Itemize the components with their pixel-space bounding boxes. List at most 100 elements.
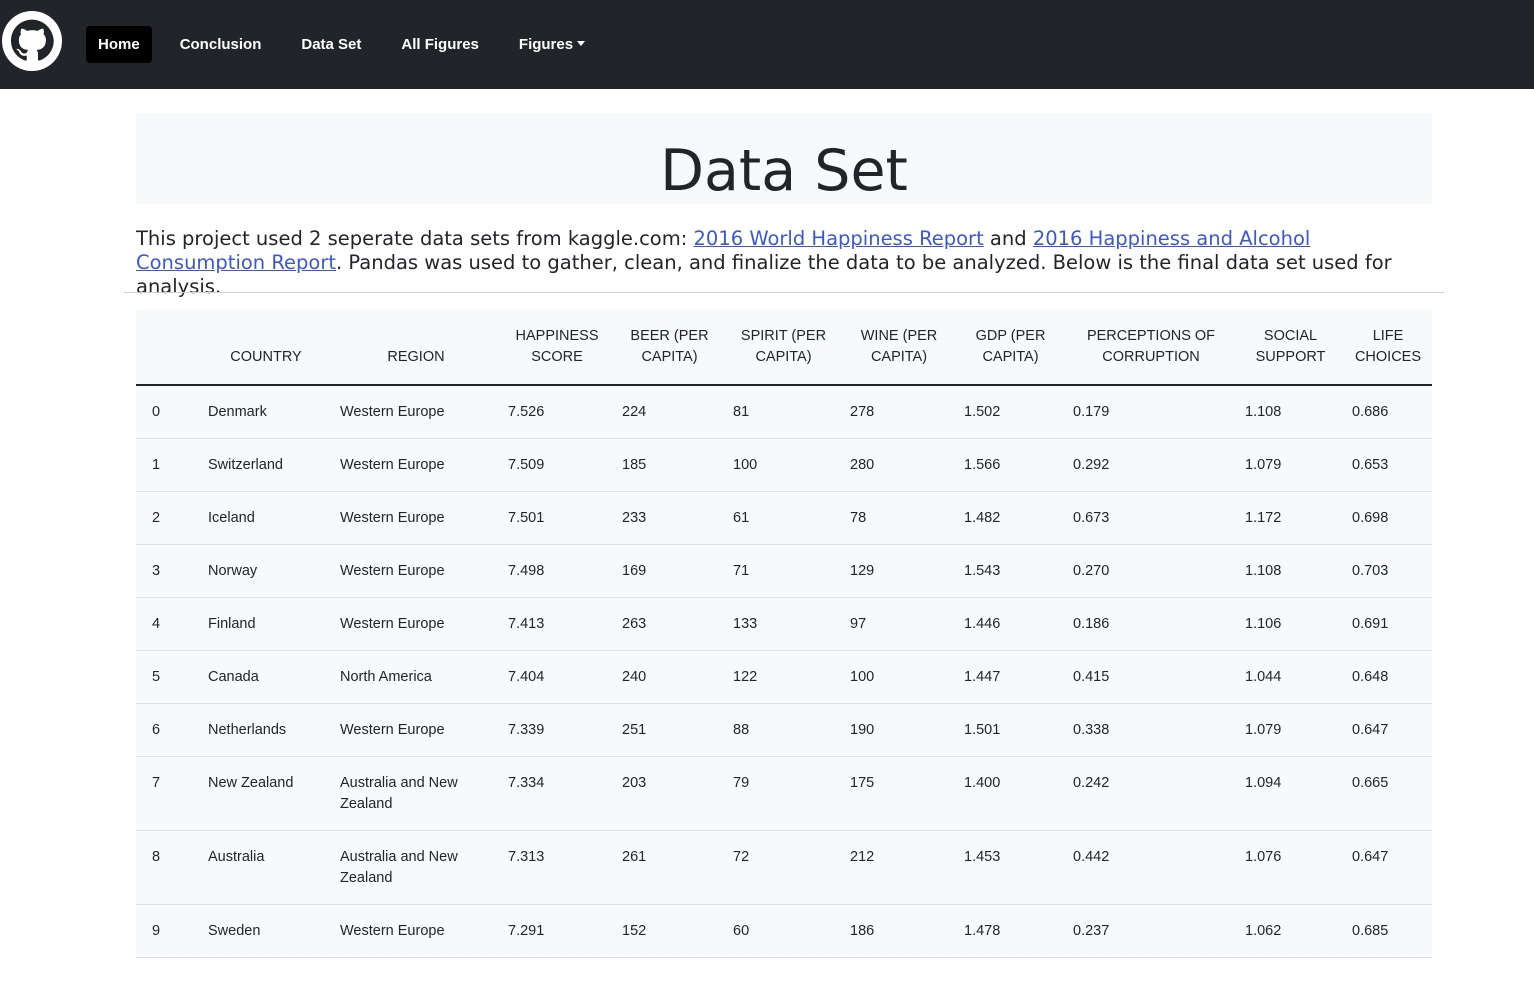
cell-corruption: 0.179: [1065, 385, 1237, 439]
cell-life-choices: 0.647: [1344, 703, 1432, 757]
cell-beer: 152: [614, 904, 725, 958]
cell-index: 7: [136, 756, 200, 831]
divider: [124, 292, 1444, 293]
cell-corruption: 0.242: [1065, 756, 1237, 831]
cell-beer: 169: [614, 544, 725, 598]
table-row: 0 Denmark Western Europe 7.526 224 81 278 1.502…: [136, 385, 1432, 439]
column-header-gdp: GDP (PER CAPITA): [956, 310, 1065, 386]
cell-social-support: 1.079: [1237, 703, 1344, 757]
cell-spirit: 61: [725, 491, 842, 545]
cell-country: New Zealand: [200, 756, 332, 831]
cell-life-choices: 0.653: [1344, 438, 1432, 492]
intro-text-mid: and: [983, 227, 1033, 250]
cell-gdp: 1.502: [956, 385, 1065, 439]
table-body: 0 Denmark Western Europe 7.526 224 81 278 1.502…: [136, 385, 1432, 958]
nav-all-figures-link[interactable]: All Figures: [389, 26, 491, 63]
cell-index: 0: [136, 385, 200, 439]
cell-social-support: 1.079: [1237, 438, 1344, 492]
cell-index: 9: [136, 904, 200, 958]
cell-spirit: 88: [725, 703, 842, 757]
column-header-life-choices: LIFE CHOICES: [1344, 310, 1432, 386]
figures-dropdown-label: Figures: [518, 36, 574, 53]
cell-social-support: 1.094: [1237, 756, 1344, 831]
cell-gdp: 1.447: [956, 650, 1065, 704]
cell-spirit: 133: [725, 597, 842, 651]
cell-spirit: 79: [725, 756, 842, 831]
table-header-row: COUNTRY REGION HAPPINESS SCORE BEER (PER CA…: [136, 310, 1432, 386]
cell-wine: 280: [842, 438, 956, 492]
cell-life-choices: 0.691: [1344, 597, 1432, 651]
page-header: Data Set: [136, 113, 1432, 204]
cell-social-support: 1.106: [1237, 597, 1344, 651]
cell-index: 6: [136, 703, 200, 757]
cell-social-support: 1.108: [1237, 544, 1344, 598]
cell-region: Western Europe: [332, 597, 500, 651]
table-row: 3 Norway Western Europe 7.498 169 71 129 1.543 0…: [136, 544, 1432, 598]
cell-corruption: 0.673: [1065, 491, 1237, 545]
cell-gdp: 1.482: [956, 491, 1065, 545]
cell-life-choices: 0.665: [1344, 756, 1432, 831]
github-icon[interactable]: [2, 11, 62, 71]
cell-beer: 240: [614, 650, 725, 704]
cell-spirit: 122: [725, 650, 842, 704]
intro-text-before: This project used 2 seperate data sets f…: [136, 227, 694, 250]
intro-paragraph: This project used 2 seperate data sets f…: [136, 227, 1432, 299]
cell-social-support: 1.062: [1237, 904, 1344, 958]
nav-data-set-link[interactable]: Data Set: [289, 26, 373, 63]
nav-home-link[interactable]: Home: [86, 26, 152, 63]
table-row: 1 Switzerland Western Europe 7.509 185 100 280…: [136, 438, 1432, 492]
cell-region: Western Europe: [332, 385, 500, 439]
cell-life-choices: 0.648: [1344, 650, 1432, 704]
cell-country: Denmark: [200, 385, 332, 439]
cell-social-support: 1.108: [1237, 385, 1344, 439]
cell-happiness-score: 7.291: [500, 904, 614, 958]
table-row: 7 New Zealand Australia and New Zealand 7.3…: [136, 756, 1432, 831]
cell-happiness-score: 7.498: [500, 544, 614, 598]
column-header-spirit: SPIRIT (PER CAPITA): [725, 310, 842, 386]
cell-region: Western Europe: [332, 544, 500, 598]
cell-social-support: 1.044: [1237, 650, 1344, 704]
cell-index: 5: [136, 650, 200, 704]
column-header-social-support: SOCIAL SUPPORT: [1237, 310, 1344, 386]
cell-life-choices: 0.685: [1344, 904, 1432, 958]
caret-down-icon: [577, 41, 586, 46]
cell-spirit: 72: [725, 830, 842, 905]
column-header-index: [136, 310, 200, 386]
cell-corruption: 0.270: [1065, 544, 1237, 598]
cell-gdp: 1.400: [956, 756, 1065, 831]
cell-country: Norway: [200, 544, 332, 598]
cell-wine: 190: [842, 703, 956, 757]
cell-wine: 175: [842, 756, 956, 831]
cell-happiness-score: 7.339: [500, 703, 614, 757]
cell-life-choices: 0.698: [1344, 491, 1432, 545]
cell-corruption: 0.237: [1065, 904, 1237, 958]
nav-conclusion-link[interactable]: Conclusion: [168, 26, 274, 63]
column-header-corruption: PERCEPTIONS OF CORRUPTION: [1065, 310, 1237, 386]
navbar: Home Conclusion Data Set All Figures Fig…: [0, 0, 1534, 89]
cell-wine: 129: [842, 544, 956, 598]
data-table: COUNTRY REGION HAPPINESS SCORE BEER (PER CA…: [136, 310, 1432, 958]
cell-wine: 186: [842, 904, 956, 958]
world-happiness-report-link[interactable]: 2016 World Happiness Report: [694, 227, 984, 250]
cell-wine: 212: [842, 830, 956, 905]
cell-country: Iceland: [200, 491, 332, 545]
cell-region: Western Europe: [332, 904, 500, 958]
cell-beer: 261: [614, 830, 725, 905]
cell-corruption: 0.292: [1065, 438, 1237, 492]
cell-index: 1: [136, 438, 200, 492]
cell-gdp: 1.543: [956, 544, 1065, 598]
cell-happiness-score: 7.509: [500, 438, 614, 492]
cell-country: Sweden: [200, 904, 332, 958]
cell-happiness-score: 7.404: [500, 650, 614, 704]
nav-figures-dropdown[interactable]: Figures: [507, 26, 597, 63]
cell-country: Switzerland: [200, 438, 332, 492]
cell-wine: 78: [842, 491, 956, 545]
cell-wine: 278: [842, 385, 956, 439]
cell-gdp: 1.478: [956, 904, 1065, 958]
cell-region: Western Europe: [332, 491, 500, 545]
cell-spirit: 81: [725, 385, 842, 439]
table-row: 2 Iceland Western Europe 7.501 233 61 78 1.482 0…: [136, 491, 1432, 545]
cell-corruption: 0.186: [1065, 597, 1237, 651]
cell-life-choices: 0.703: [1344, 544, 1432, 598]
cell-happiness-score: 7.526: [500, 385, 614, 439]
